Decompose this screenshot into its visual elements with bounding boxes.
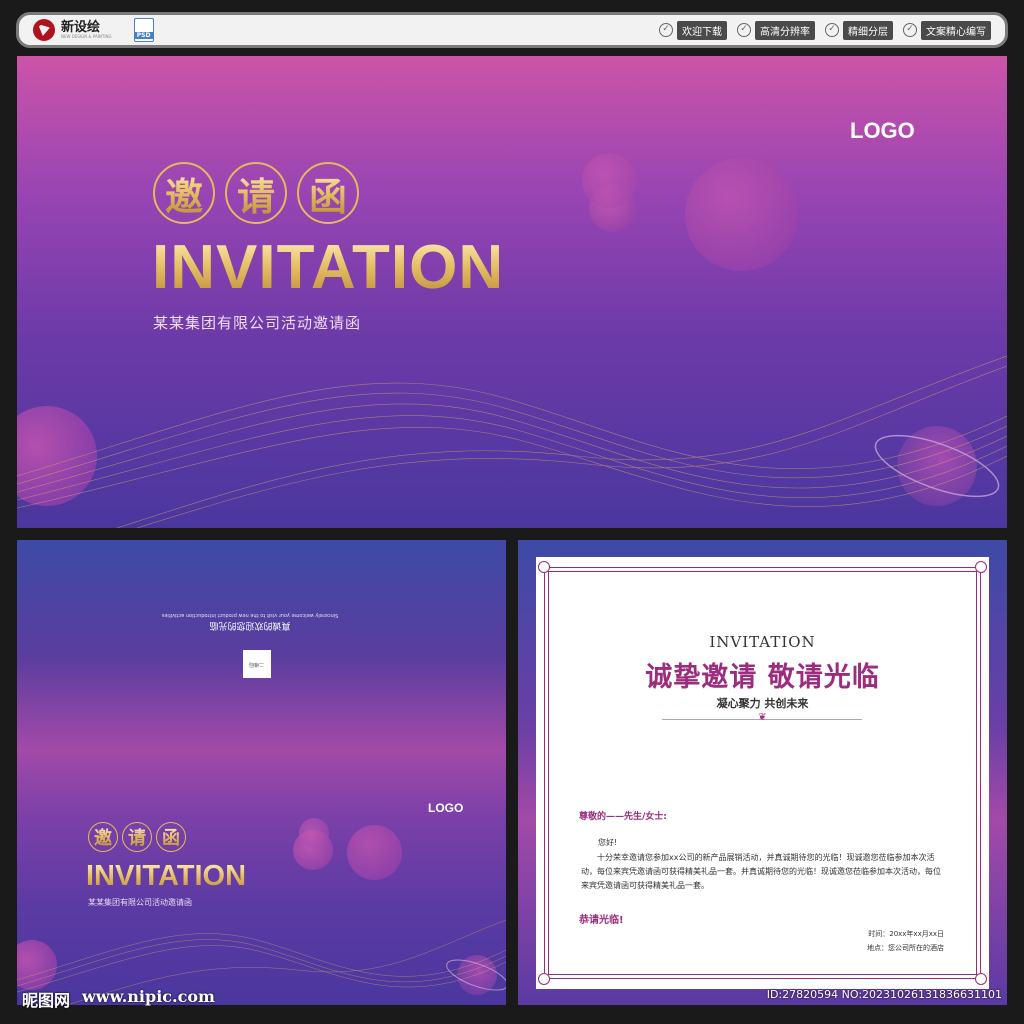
invitation-title: INVITATION [152,233,505,302]
frame-corner-ornament [975,973,987,985]
letter-greeting: 尊敬的——先生/女士: [579,812,667,822]
seal-char-text: 请 [237,166,275,221]
letter-eyebrow: INVITATION [709,633,816,651]
badge-copy: ✓ 文案精心编写 [903,20,991,40]
letter-title: 诚挚邀请 敬请光临 [645,662,880,693]
qr-label: 二维码 [249,660,265,667]
logo-placeholder: LOGO [850,118,915,143]
invitation-subtitle-small: 某某集团有限公司活动邀请函 [88,898,192,907]
check-icon: ✓ [659,23,673,37]
check-icon: ✓ [737,23,751,37]
brand-logo-icon [33,19,55,41]
badge-hd: ✓ 高清分辨率 [737,20,815,40]
top-toolbar: 新设绘 NEW DESIGN & PAINTING PSD ✓ 欢迎下载 ✓ 高清分… [16,12,1008,48]
frame-corner-ornament [538,561,550,573]
event-time: 时间：20xx年xx月xx日 [868,930,944,938]
seal-title-small: 邀 请 函 [88,822,186,852]
seal-char-text: 函 [162,824,180,850]
badge-label: 高清分辨率 [755,20,815,40]
badge-label: 精细分层 [843,20,893,40]
letter-tagline: 凝心聚力 共创未来 [716,697,809,710]
event-place: 地点：您公司所在的酒店 [867,944,944,952]
seal-char-text: 邀 [94,824,112,850]
upside-down-welcome: 真诚的欢迎您的光临 Sincerely welcome your visit t… [150,612,350,633]
seal-char: 请 [122,822,152,852]
file-type-label: PSD [134,32,153,39]
brand[interactable]: 新设绘 NEW DESIGN & PAINTING [33,19,112,41]
seal-char: 函 [156,822,186,852]
image-id-watermark: ID:27820594 NO:20231026131836631101 [766,988,1002,1001]
check-icon: ✓ [903,23,917,37]
frame-corner-ornament [975,561,987,573]
logo-placeholder-small: LOGO [428,801,464,815]
invitation-title-small: INVITATION [86,860,247,892]
site-watermark: 昵图网 www.nipic.com [22,987,215,1011]
brand-name: 新设绘 [61,20,101,35]
qr-code-placeholder: 二维码 [243,650,271,678]
back-cover-panel [17,540,506,1005]
badge-layers: ✓ 精细分层 [825,20,893,40]
invitation-subtitle: 某某集团有限公司活动邀请函 [153,314,362,332]
seal-char: 函 [297,162,359,224]
check-icon: ✓ [825,23,839,37]
welcome-line: 真诚的欢迎您的光临 [209,620,291,630]
frame-corner-ornament [538,973,550,985]
ornament-icon: ❦ [758,712,767,723]
letter-closing: 恭请光临! [579,915,624,926]
letter-hello: 您好! [598,838,618,847]
invitation-letter-card: INVITATION 诚挚邀请 敬请光临 凝心聚力 共创未来 ❦ 尊敬的——先生… [536,557,989,989]
letter-body: 十分荣幸邀请您参加xx公司的新产品展销活动，并真诚期待您的光临！现诚邀您莅临参加… [581,853,941,890]
badge-download: ✓ 欢迎下载 [659,20,727,40]
site-name: 昵图网 [22,991,71,1010]
badge-label: 文案精心编写 [921,20,991,40]
seal-title: 邀 请 函 [153,162,359,224]
welcome-line-en: Sincerely welcome your visit to the new … [161,612,339,618]
seal-char-text: 函 [309,166,347,221]
seal-char: 邀 [88,822,118,852]
site-url: www.nipic.com [82,987,215,1006]
seal-char: 邀 [153,162,215,224]
badge-label: 欢迎下载 [677,20,727,40]
psd-file-icon: PSD [133,18,154,42]
brand-sub: NEW DESIGN & PAINTING [61,34,112,39]
seal-char-text: 邀 [165,166,203,221]
feature-badges: ✓ 欢迎下载 ✓ 高清分辨率 ✓ 精细分层 ✓ 文案精心编写 [659,20,991,40]
seal-char: 请 [225,162,287,224]
seal-char-text: 请 [128,824,146,850]
gold-wave-lines [17,919,506,1005]
